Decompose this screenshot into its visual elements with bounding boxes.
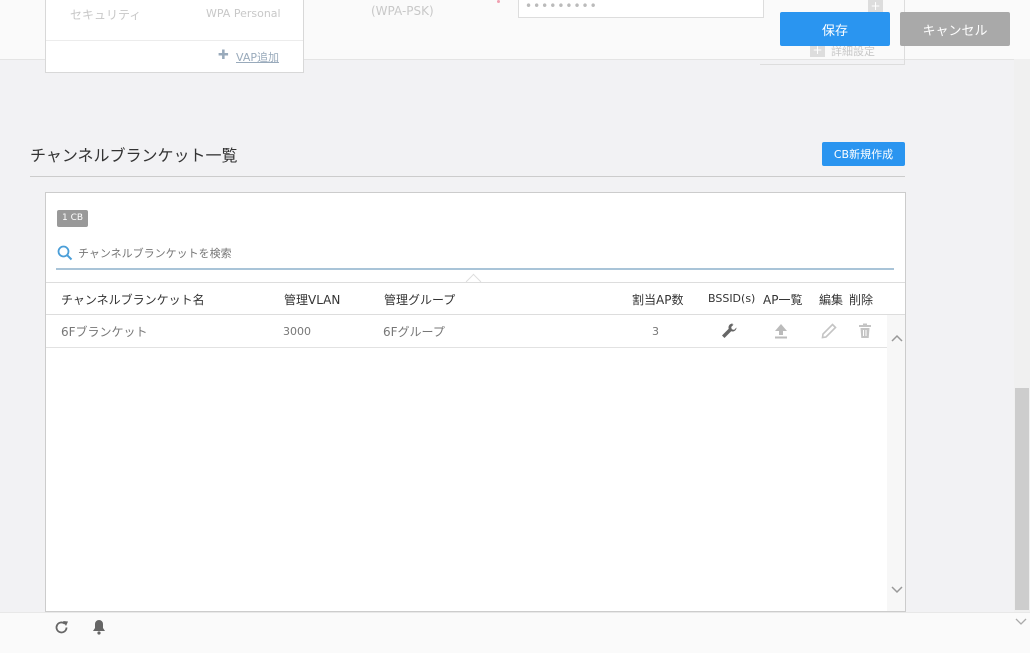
- save-button[interactable]: 保存: [780, 12, 890, 46]
- table-row[interactable]: 6Fブランケット 3000 6Fグループ 3: [46, 315, 887, 347]
- chevron-up-icon[interactable]: [890, 333, 904, 343]
- column-header-edit: 編集: [819, 293, 844, 307]
- cell-vlan: 3000: [283, 325, 311, 338]
- cell-group: 6Fグループ: [383, 325, 445, 339]
- column-header-delete: 削除: [849, 293, 874, 307]
- trash-icon[interactable]: [856, 322, 874, 340]
- password-field[interactable]: •••••••••: [518, 0, 764, 18]
- search-underline: [56, 268, 894, 270]
- new-cb-button[interactable]: CB新規作成: [822, 142, 905, 166]
- header-top-border: [46, 282, 905, 283]
- plus-icon: ✚: [218, 48, 229, 63]
- refresh-icon[interactable]: [53, 619, 70, 636]
- plus-box-icon: +: [868, 0, 883, 12]
- row-divider: [46, 347, 887, 348]
- cancel-button[interactable]: キャンセル: [900, 12, 1010, 46]
- pencil-icon[interactable]: [820, 322, 838, 340]
- chevron-down-icon[interactable]: [1015, 617, 1027, 626]
- add-vap-link[interactable]: VAP追加: [236, 49, 279, 65]
- column-header-ap-count[interactable]: 割当AP数: [632, 291, 683, 308]
- upload-icon[interactable]: [772, 322, 790, 340]
- section-divider: [30, 176, 905, 177]
- section-title: チャンネルブランケット一覧: [30, 146, 238, 165]
- column-header-ap-list: AP一覧: [763, 293, 803, 307]
- cell-ap-count: 3: [652, 325, 659, 338]
- footer-bar: [0, 612, 1030, 653]
- column-header-vlan[interactable]: 管理VLAN: [284, 291, 340, 308]
- channel-blanket-table-panel: 1 CB チャンネルブランケット名 管理VLAN 管理グループ 割当AP数 BS…: [45, 192, 906, 612]
- chevron-down-icon[interactable]: [890, 585, 904, 595]
- vap-panel: セキュリティ WPA Personal ✚ VAP追加: [45, 0, 304, 73]
- column-header-name[interactable]: チャンネルブランケット名: [61, 291, 205, 308]
- security-value: WPA Personal: [206, 7, 281, 20]
- column-header-bssid: BSSID(s): [708, 292, 756, 305]
- divider: [46, 40, 303, 41]
- column-header-group[interactable]: 管理グループ: [384, 291, 455, 308]
- security-label: セキュリティ: [70, 8, 142, 22]
- table-scrollbar[interactable]: [887, 315, 905, 611]
- count-badge: 1 CB: [57, 210, 89, 227]
- bell-icon[interactable]: [91, 618, 107, 635]
- auth-mode-label: (WPA-PSK): [371, 4, 434, 18]
- cell-name: 6Fブランケット: [61, 325, 148, 339]
- page-scrollbar-thumb[interactable]: [1015, 388, 1029, 610]
- required-dot: [497, 0, 500, 3]
- wrench-icon[interactable]: [720, 322, 738, 340]
- search-icon: [57, 245, 73, 261]
- search-input[interactable]: [78, 243, 878, 263]
